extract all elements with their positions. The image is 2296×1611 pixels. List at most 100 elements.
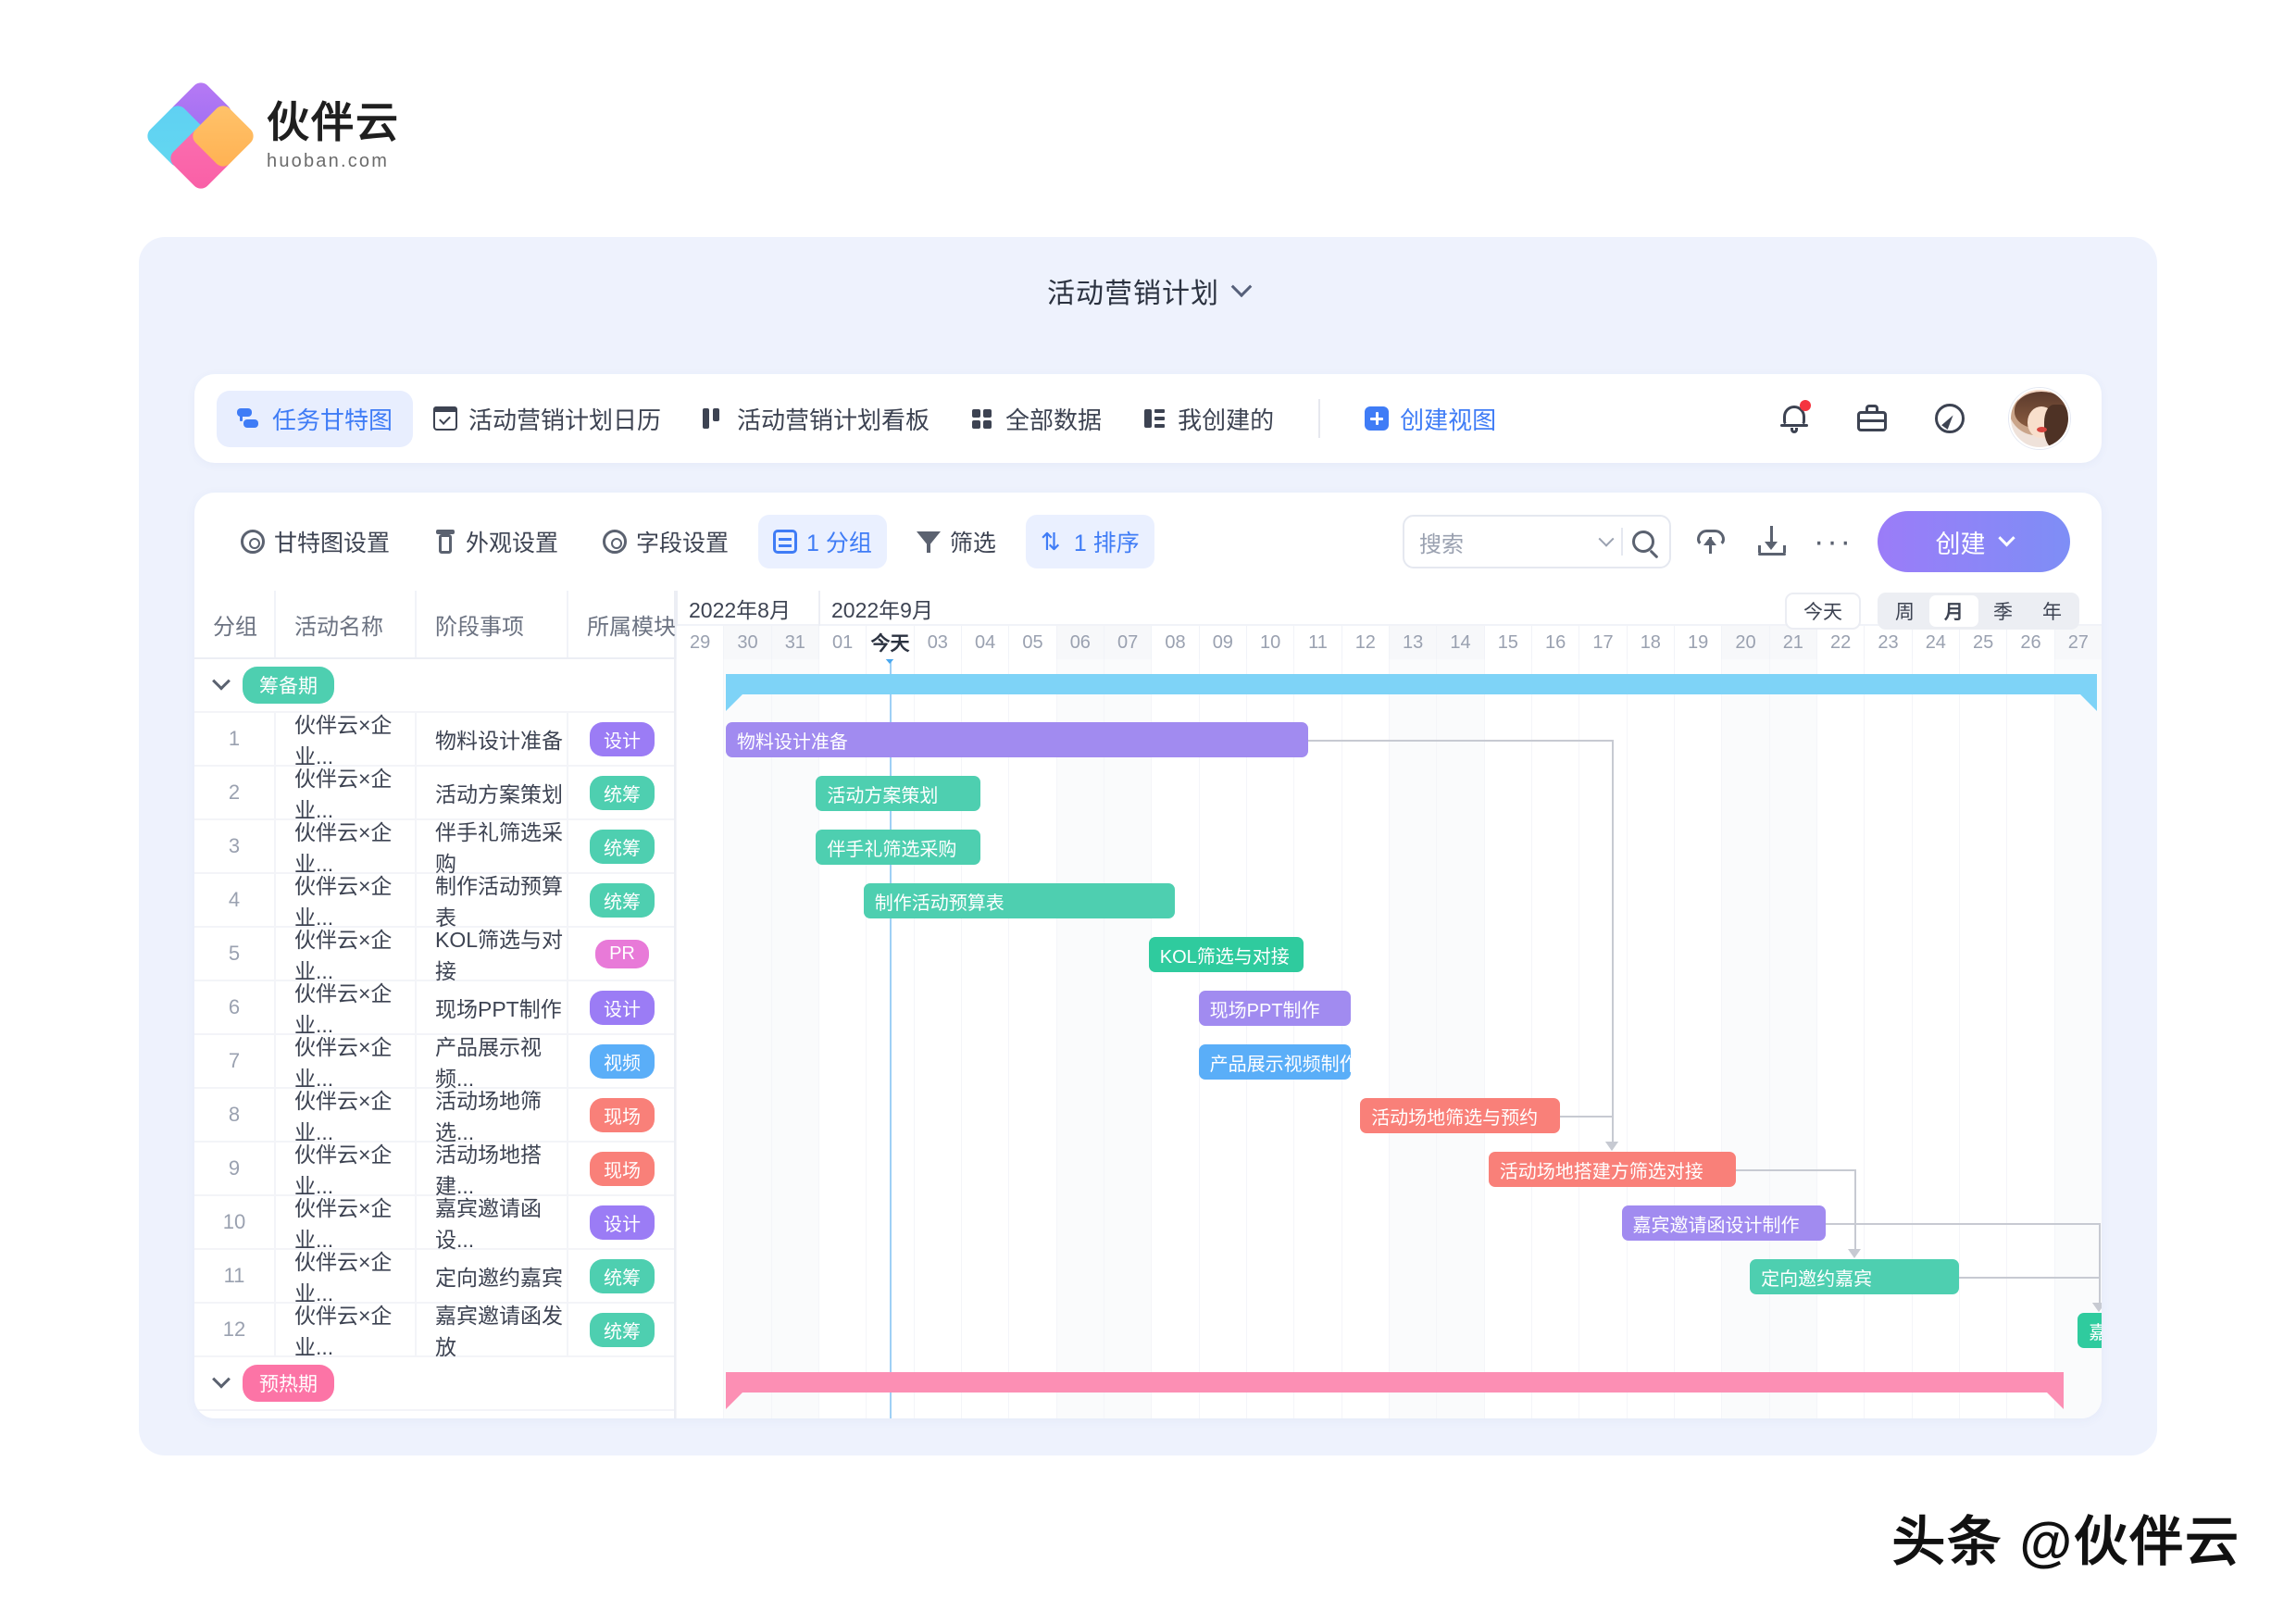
- gantt-icon: [237, 406, 261, 431]
- scale-option-周[interactable]: 周: [1880, 595, 1929, 627]
- group-summary-bar[interactable]: [725, 674, 2097, 711]
- timeline-day-label: 18: [1626, 626, 1674, 659]
- search-icon[interactable]: [1632, 531, 1655, 553]
- sort-button[interactable]: ⇅ 1 排序: [1025, 515, 1154, 568]
- user-avatar[interactable]: [2009, 388, 2070, 449]
- field-settings-button[interactable]: 字段设置: [588, 515, 743, 568]
- table-row[interactable]: 1 伙伴云×企业... 物料设计准备 设计: [194, 713, 674, 768]
- create-button[interactable]: 创建: [1878, 511, 2070, 572]
- gantt-bar[interactable]: 活动场地搭建方筛选对接: [1488, 1152, 1736, 1187]
- grid-line: [1674, 659, 1675, 1418]
- gantt-bar[interactable]: 活动场地筛选与预约: [1360, 1098, 1560, 1133]
- chevron-down-icon[interactable]: [1598, 531, 1615, 547]
- timeline-day-label: 07: [1104, 626, 1152, 659]
- gantt-bar[interactable]: 产品展示视频制作: [1198, 1044, 1351, 1080]
- gantt-bar[interactable]: KOL筛选与对接: [1148, 937, 1304, 972]
- table-row[interactable]: 5 伙伴云×企业... KOL筛选与对接 PR: [194, 928, 674, 983]
- table-row[interactable]: 12 伙伴云×企业... 嘉宾邀请函发放 统筹: [194, 1304, 674, 1359]
- chevron-down-icon[interactable]: [212, 671, 231, 691]
- gantt-settings-button[interactable]: 甘特图设置: [226, 515, 405, 568]
- scale-option-月[interactable]: 月: [1929, 595, 1978, 627]
- briefcase-icon[interactable]: [1853, 400, 1890, 437]
- module-badge: 统筹: [590, 1312, 655, 1347]
- timeline-day-label: 15: [1483, 626, 1531, 659]
- table-row[interactable]: 9 伙伴云×企业... 活动场地搭建... 现场: [194, 1143, 674, 1198]
- dependency-line: [1854, 1169, 1857, 1249]
- row-activity: 伙伴云×企业...: [276, 1304, 417, 1359]
- row-module: 统筹: [568, 820, 676, 872]
- tab-all-data[interactable]: 全部数据: [950, 391, 1122, 447]
- scale-option-季[interactable]: 季: [1978, 595, 2028, 627]
- scale-segmented-control: 周月季年: [1878, 593, 2079, 630]
- module-badge: 现场: [590, 1151, 655, 1186]
- module-badge: PR: [595, 939, 649, 968]
- grid-line: [1768, 659, 1770, 1418]
- table-row[interactable]: 8 伙伴云×企业... 活动场地筛选... 现场: [194, 1089, 674, 1144]
- gantt-bar[interactable]: 伴手礼筛选采购: [816, 830, 980, 865]
- gantt-bar[interactable]: 活动方案策划: [816, 776, 980, 811]
- page-title: 活动营销计划: [1047, 279, 1219, 309]
- filter-icon: [916, 531, 941, 553]
- gantt-bar[interactable]: 现场PPT制作: [1198, 991, 1351, 1026]
- compass-icon[interactable]: [1931, 400, 1968, 437]
- grid-line: [961, 659, 962, 1418]
- group-summary-bar[interactable]: [725, 1372, 2064, 1409]
- grid-line: [1389, 659, 1390, 1418]
- row-stage: 嘉宾邀请函设...: [417, 1196, 568, 1252]
- row-stage: 活动场地搭建...: [417, 1143, 568, 1198]
- grid-line: [866, 659, 867, 1418]
- grid-line: [1911, 659, 1913, 1418]
- tool-label: 筛选: [949, 531, 996, 556]
- module-badge: 统筹: [590, 1258, 655, 1293]
- cloud-upload-icon[interactable]: [1695, 524, 1730, 559]
- appearance-settings-button[interactable]: 外观设置: [419, 515, 573, 568]
- chevron-down-icon: [1997, 529, 2015, 546]
- table-row[interactable]: 4 伙伴云×企业... 制作活动预算表 统筹: [194, 874, 674, 930]
- row-activity: 伙伴云×企业...: [276, 874, 417, 930]
- notification-bell-icon[interactable]: [1776, 400, 1813, 437]
- download-icon[interactable]: [1754, 524, 1790, 559]
- create-view-button[interactable]: 创建视图: [1344, 391, 1516, 447]
- gantt-bar[interactable]: 定向邀约嘉宾: [1750, 1259, 1959, 1294]
- group-row[interactable]: 预热期: [194, 1357, 674, 1411]
- chevron-down-icon[interactable]: [1230, 276, 1253, 298]
- tool-label: 外观设置: [466, 531, 559, 556]
- search-box[interactable]: 搜索: [1403, 515, 1672, 568]
- tab-kanban[interactable]: 活动营销计划看板: [681, 391, 950, 447]
- timeline-day-label: 26: [2006, 626, 2053, 659]
- row-number: 1: [194, 713, 276, 765]
- row-number: 3: [194, 820, 276, 872]
- filter-button[interactable]: 筛选: [902, 515, 1011, 568]
- gantt-bar[interactable]: 物料设计准备: [725, 722, 1308, 757]
- tab-calendar[interactable]: 活动营销计划日历: [413, 391, 681, 447]
- grid-line: [1293, 659, 1295, 1418]
- timeline-day-label: 31: [770, 626, 818, 659]
- group-row[interactable]: 筹备期: [194, 659, 674, 713]
- table-row[interactable]: 7 伙伴云×企业... 产品展示视频... 视频: [194, 1035, 674, 1091]
- tab-gantt[interactable]: 任务甘特图: [217, 390, 414, 447]
- gantt-bar[interactable]: 嘉宾邀请函设计制作: [1621, 1205, 1827, 1241]
- table-row[interactable]: 11 伙伴云×企业... 定向邀约嘉宾 统筹: [194, 1250, 674, 1305]
- gantt-bar[interactable]: 制作活动预算表: [863, 883, 1175, 918]
- table-row[interactable]: 10 伙伴云×企业... 嘉宾邀请函设... 设计: [194, 1196, 674, 1252]
- column-header-activity: 活动名称: [276, 591, 417, 657]
- table-row[interactable]: 3 伙伴云×企业... 伴手礼筛选采购 统筹: [194, 820, 676, 876]
- grid-line: [2006, 659, 2008, 1418]
- scale-option-年[interactable]: 年: [2028, 595, 2077, 627]
- create-button-label: 创建: [1935, 530, 1986, 558]
- search-input[interactable]: 搜索: [1419, 526, 1591, 558]
- today-button[interactable]: 今天: [1785, 593, 1861, 630]
- row-activity: 伙伴云×企业...: [276, 820, 417, 876]
- app-window: 活动营销计划 任务甘特图 活动营销计划日历 活动营销计划看板 全部数据 我创建的…: [139, 237, 2157, 1455]
- timeline-day-label: 11: [1293, 626, 1341, 659]
- more-options-icon[interactable]: ···: [1814, 526, 1853, 557]
- dependency-line: [1826, 1223, 2100, 1225]
- tab-my-created[interactable]: 我创建的: [1122, 391, 1294, 447]
- gantt-canvas[interactable]: 物料设计准备活动方案策划 伴手礼筛选采购制作活动预算表 KOL筛选与对接现场PPT制…: [676, 652, 2102, 1418]
- table-row[interactable]: 2 伙伴云×企业... 活动方案策划 统筹: [194, 767, 674, 822]
- gantt-bar[interactable]: 嘉宾邀请函发放: [2078, 1313, 2102, 1348]
- table-header: 分组 活动名称 阶段事项 所属模块: [194, 591, 676, 659]
- group-button[interactable]: 1 分组: [758, 515, 887, 568]
- chevron-down-icon[interactable]: [212, 1369, 231, 1389]
- table-row[interactable]: 6 伙伴云×企业... 现场PPT制作 设计: [194, 981, 674, 1037]
